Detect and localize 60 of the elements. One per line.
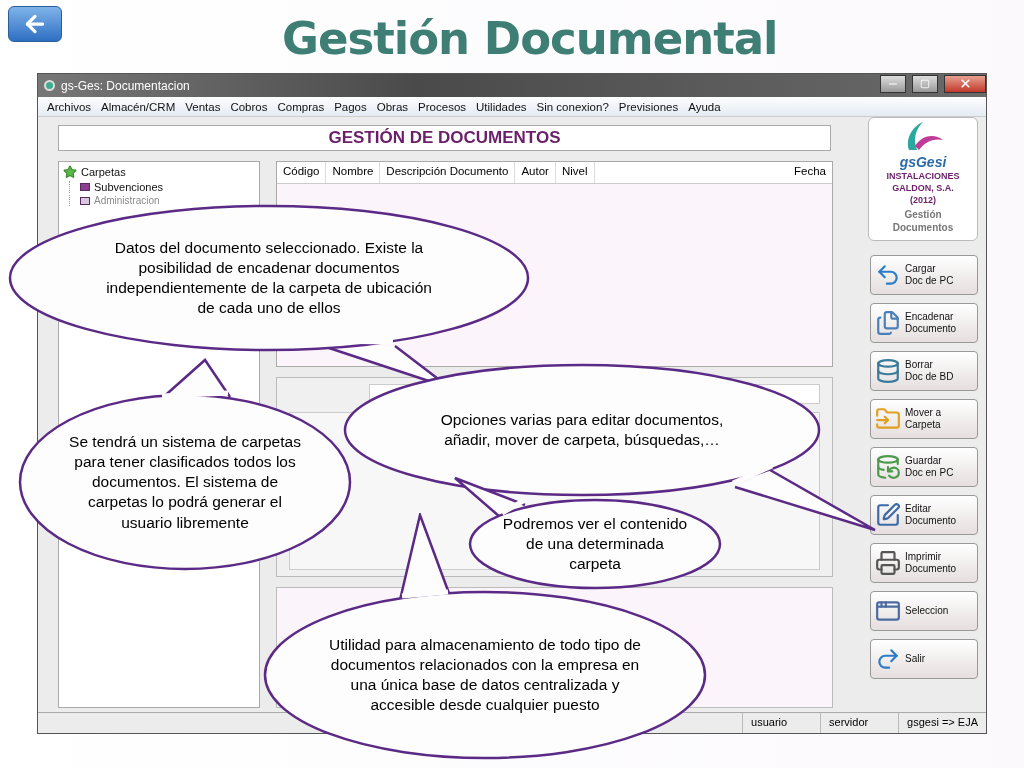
menu-item[interactable]: Pagos bbox=[329, 100, 372, 113]
action-button[interactable]: Borrar Doc de BD bbox=[870, 351, 978, 391]
database-icon bbox=[875, 358, 901, 384]
menu-item[interactable]: Cobros bbox=[225, 100, 273, 113]
status-field: servidor bbox=[820, 713, 899, 733]
status-field: usuario bbox=[742, 713, 821, 733]
maximize-icon bbox=[920, 78, 930, 89]
action-button[interactable]: Encadenar Documento bbox=[870, 303, 978, 343]
database-icon bbox=[875, 454, 901, 480]
notepad-pencil-icon bbox=[875, 502, 901, 528]
column-header[interactable]: Nivel bbox=[555, 162, 595, 183]
printer-icon bbox=[875, 550, 901, 576]
menu-item[interactable]: Utilidades bbox=[471, 100, 532, 113]
action-button[interactable]: Guardar Doc en PC bbox=[870, 447, 978, 487]
tree-item[interactable]: Subvenciones bbox=[94, 181, 164, 193]
column-header[interactable]: Fecha bbox=[788, 162, 832, 183]
close-button[interactable] bbox=[944, 74, 986, 93]
action-button[interactable]: Seleccion bbox=[870, 591, 978, 631]
column-header[interactable]: Nombre bbox=[326, 162, 381, 183]
curved-arrow-icon bbox=[875, 262, 901, 288]
maximize-button[interactable] bbox=[912, 74, 938, 93]
close-icon bbox=[958, 77, 972, 90]
section-header: GESTIÓN DE DOCUMENTOS bbox=[58, 125, 831, 151]
menu-item[interactable]: Ventas bbox=[180, 100, 226, 113]
status-field: gsgesi => EJA bbox=[898, 713, 986, 733]
menu-item[interactable]: Procesos bbox=[413, 100, 472, 113]
curved-arrow-icon bbox=[875, 646, 901, 672]
action-button[interactable]: Cargar Doc de PC bbox=[870, 255, 978, 295]
column-header[interactable]: Descripción Documento bbox=[380, 162, 516, 183]
logo-text: gsGesi bbox=[899, 154, 947, 170]
callout-text: Opciones varias para editar documentos, añadir, mover de carpeta, búsquedas,… bbox=[439, 409, 725, 450]
menu-item[interactable]: Almacén/CRM bbox=[96, 100, 181, 113]
callout-text: Se tendrá un sistema de carpetas para tener clasificados todos los documentos. El sistema de carpetas lo podrá generar el usuario libremente bbox=[68, 431, 302, 533]
action-button[interactable]: Editar Documento bbox=[870, 495, 978, 535]
column-header[interactable]: Código bbox=[277, 162, 327, 183]
slide-title: Gestión Documental bbox=[282, 12, 778, 65]
callout-text: Datos del documento seleccionado. Existe la posibilidad de encadenar documentos independientemente de la carpeta de ubicación de cada uno de ellos bbox=[105, 237, 433, 319]
folder-icon bbox=[875, 406, 901, 432]
company-name: INSTALACIONES GALDON, S.A. (2012) bbox=[885, 170, 961, 207]
menu-item[interactable]: Compras bbox=[272, 100, 330, 113]
action-button[interactable]: Imprimir Documento bbox=[870, 543, 978, 583]
callout-text: Utilidad para almacenamiento de todo tipo de documentos relacionados con la empresa en una única base de datos centralizada y accesible desde cualquier puesto bbox=[328, 634, 642, 716]
column-header[interactable]: Autor bbox=[515, 162, 556, 183]
tree-item[interactable]: Carpetas bbox=[81, 166, 126, 178]
star-icon bbox=[63, 165, 77, 179]
menu-item[interactable]: Ayuda bbox=[683, 100, 726, 113]
menu-item[interactable]: Sin conexion? bbox=[531, 100, 614, 113]
minimize-button[interactable] bbox=[880, 74, 906, 93]
menu-item[interactable]: Archivos bbox=[42, 100, 97, 113]
module-name: Gestión Documentos bbox=[891, 208, 955, 235]
windows-icon bbox=[875, 598, 901, 624]
menu-item[interactable]: Obras bbox=[371, 100, 414, 113]
back-button[interactable] bbox=[8, 6, 62, 42]
window-title: gs-Ges: Documentacion bbox=[61, 78, 191, 93]
action-button[interactable]: Mover a Carpeta bbox=[870, 399, 978, 439]
callout-text: Podremos ver el contenido de una determinada carpeta bbox=[501, 513, 689, 575]
action-button[interactable]: Salir bbox=[870, 639, 978, 679]
documents-icon bbox=[875, 310, 901, 336]
menu-item[interactable]: Previsiones bbox=[613, 100, 684, 113]
app-icon bbox=[44, 80, 55, 91]
